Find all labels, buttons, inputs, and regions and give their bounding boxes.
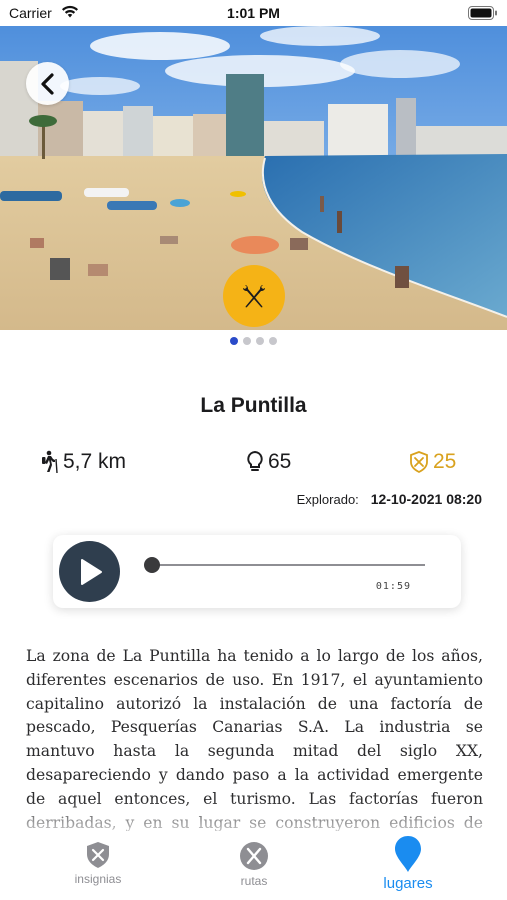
explored-date: 12-10-2021 08:20 bbox=[370, 491, 482, 507]
play-button[interactable] bbox=[59, 541, 120, 602]
status-time: 1:01 PM bbox=[227, 5, 280, 21]
play-icon bbox=[80, 558, 102, 585]
carousel-dot[interactable] bbox=[269, 337, 277, 345]
tab-lugares[interactable]: lugares bbox=[348, 835, 468, 892]
distance-stat: 5,7 km bbox=[39, 450, 126, 474]
tab-label: lugares bbox=[383, 875, 433, 892]
points-stat: 25 bbox=[409, 450, 456, 474]
audio-progress-track[interactable] bbox=[151, 564, 425, 566]
bottom-tab-bar: insignias rutas lugares bbox=[0, 833, 507, 900]
route-badge[interactable] bbox=[223, 265, 285, 327]
route-icon bbox=[240, 842, 268, 870]
tab-label: rutas bbox=[240, 874, 268, 888]
audio-duration: 01:59 bbox=[375, 581, 411, 592]
audio-player: 01:59 bbox=[53, 535, 461, 608]
battery-icon bbox=[468, 6, 498, 25]
distance-value: 5,7 km bbox=[63, 450, 127, 473]
back-button[interactable] bbox=[26, 62, 69, 105]
lightbulb-icon bbox=[247, 450, 263, 471]
tab-insignias[interactable]: insignias bbox=[38, 841, 158, 886]
badge-shield-icon bbox=[410, 451, 428, 474]
carousel-page-indicator[interactable] bbox=[0, 337, 507, 345]
place-stats: 5,7 km 65 25 bbox=[0, 450, 507, 480]
carousel-dot[interactable] bbox=[256, 337, 264, 345]
explored-info: Explorado: 12-10-2021 08:20 bbox=[297, 491, 482, 507]
tab-rutas[interactable]: rutas bbox=[194, 841, 314, 888]
explored-label: Explorado: bbox=[296, 492, 359, 507]
crossed-tools-icon bbox=[243, 285, 265, 308]
carousel-dot[interactable] bbox=[243, 337, 251, 345]
place-title: La Puntilla bbox=[200, 394, 307, 417]
status-bar: Carrier 1:01 PM bbox=[0, 0, 507, 26]
points-value: 25 bbox=[433, 450, 457, 473]
shield-icon bbox=[87, 842, 109, 868]
carousel-dot[interactable] bbox=[230, 337, 238, 345]
likes-stat: 65 bbox=[246, 450, 291, 474]
tab-label: insignias bbox=[74, 872, 122, 886]
likes-value: 65 bbox=[268, 450, 292, 473]
audio-progress-thumb[interactable] bbox=[144, 557, 160, 573]
chevron-left-icon bbox=[40, 72, 54, 95]
hiker-icon bbox=[42, 450, 58, 474]
map-pin-icon bbox=[395, 836, 421, 872]
